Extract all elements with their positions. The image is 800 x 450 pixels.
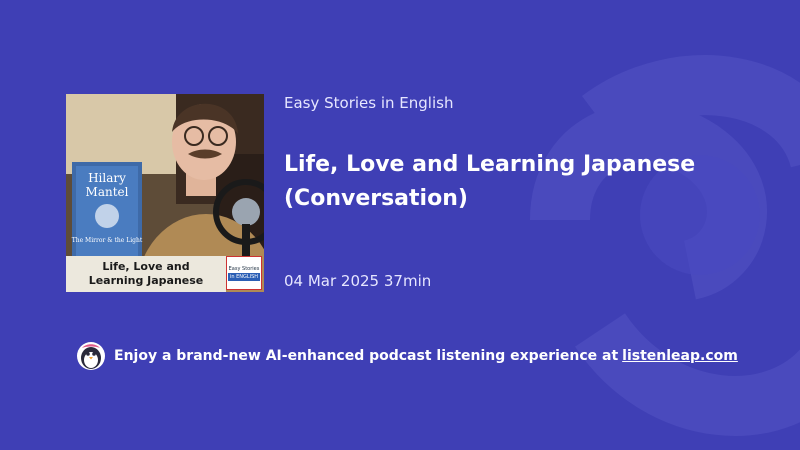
episode-cover-image: Hilary Mantel The Mirror & the Light Lif… [66, 94, 264, 292]
show-name[interactable]: Easy Stories in English [284, 94, 453, 112]
cover-badge-logo: Easy Stories in ENGLISH [226, 256, 262, 290]
episode-duration: 37min [383, 272, 432, 290]
listenleap-link[interactable]: listenleap.com [622, 348, 738, 364]
promo-banner: Enjoy a brand-new AI-enhanced podcast li… [76, 341, 738, 371]
cover-caption-line1: Life, Love and [102, 260, 190, 273]
badge-line1: Easy Stories [228, 265, 260, 272]
episode-meta: 04 Mar 2025 37min [284, 272, 431, 290]
book-author-first: Hilary [88, 171, 126, 185]
cover-caption: Life, Love and Learning Japanese [66, 256, 226, 292]
book-author-last: Mantel [86, 185, 129, 199]
book-title: The Mirror & the Light [72, 237, 143, 244]
penguin-logo-icon [77, 342, 105, 370]
episode-date: 04 Mar 2025 [284, 272, 380, 290]
cover-caption-line2: Learning Japanese [88, 274, 204, 287]
badge-line2: in ENGLISH [227, 272, 261, 281]
promo-text: Enjoy a brand-new AI-enhanced podcast li… [114, 348, 619, 364]
episode-title: Life, Love and Learning Japanese (Conver… [284, 152, 696, 211]
